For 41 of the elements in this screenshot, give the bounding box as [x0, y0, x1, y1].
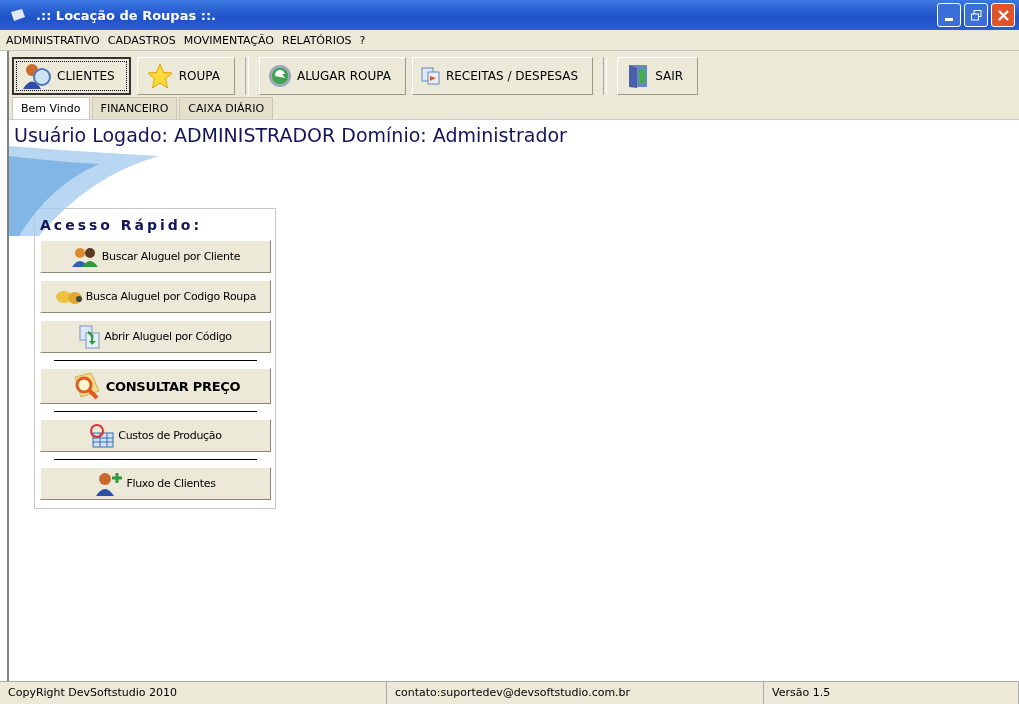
document-arrow-icon	[79, 324, 102, 349]
person-magnifier-icon	[22, 62, 52, 90]
window-title: .:: Locação de Roupas ::.	[36, 7, 216, 23]
tab[interactable]: Bem Vindo	[12, 97, 90, 119]
tab[interactable]: FINANCEIRO	[91, 97, 178, 119]
menu-item[interactable]: CADASTROS	[107, 33, 176, 47]
toolbar-button[interactable]: SAIR	[617, 57, 699, 95]
minimize-button[interactable]	[937, 3, 961, 27]
status-panel: Versão 1.5	[764, 682, 1019, 704]
quick-access-button[interactable]: CONSULTAR PREÇO	[40, 368, 271, 404]
quick-access-button[interactable]: Fluxo de Clientes	[40, 467, 271, 500]
chart-icon	[89, 423, 116, 448]
toolbar-button[interactable]: CLIENTES	[12, 57, 131, 95]
menu-item[interactable]: MOVIMENTAÇÃO	[183, 33, 274, 47]
tab[interactable]: CAIXA DIÁRIO	[179, 97, 274, 119]
star-icon	[145, 62, 174, 90]
toolbar-button[interactable]: ROUPA	[136, 57, 235, 95]
quick-access-button[interactable]: Buscar Aluguel por Cliente	[40, 240, 271, 273]
toolbar-button[interactable]: ALUGAR ROUPA	[258, 57, 406, 95]
close-icon	[997, 9, 1009, 21]
restore-button[interactable]	[964, 3, 988, 27]
people-icon	[70, 246, 99, 267]
menu-item[interactable]: ?	[359, 33, 366, 47]
restore-icon	[970, 9, 982, 21]
binoculars-icon	[54, 288, 83, 305]
person-add-icon	[95, 471, 124, 496]
status-panel: CopyRight DevSoftstudio 2010	[0, 682, 387, 704]
app-icon	[10, 8, 26, 22]
toolbar-button[interactable]: RECEITAS / DESPESAS	[411, 57, 594, 95]
close-button[interactable]	[991, 3, 1015, 27]
refresh-icon	[267, 64, 292, 88]
quick-access-button[interactable]: Abrir Aluguel por Código	[40, 320, 271, 353]
status-panel: contato:suportedev@devsoftstudio.com.br	[387, 682, 764, 704]
menu-item[interactable]: RELATÓRIOS	[282, 33, 352, 47]
user-heading: Usuário Logado: ADMINISTRADOR Domínio: Administrador	[14, 124, 568, 146]
panel-title: Acesso Rápido:	[40, 217, 204, 233]
menu-item[interactable]: ADMINISTRATIVO	[6, 33, 100, 47]
quick-access-button[interactable]: Busca Aluguel por Codigo Roupa	[40, 280, 271, 313]
documents-icon	[420, 67, 441, 85]
quick-access-button[interactable]: Custos de Produção	[40, 419, 271, 452]
minimize-icon	[945, 17, 953, 21]
